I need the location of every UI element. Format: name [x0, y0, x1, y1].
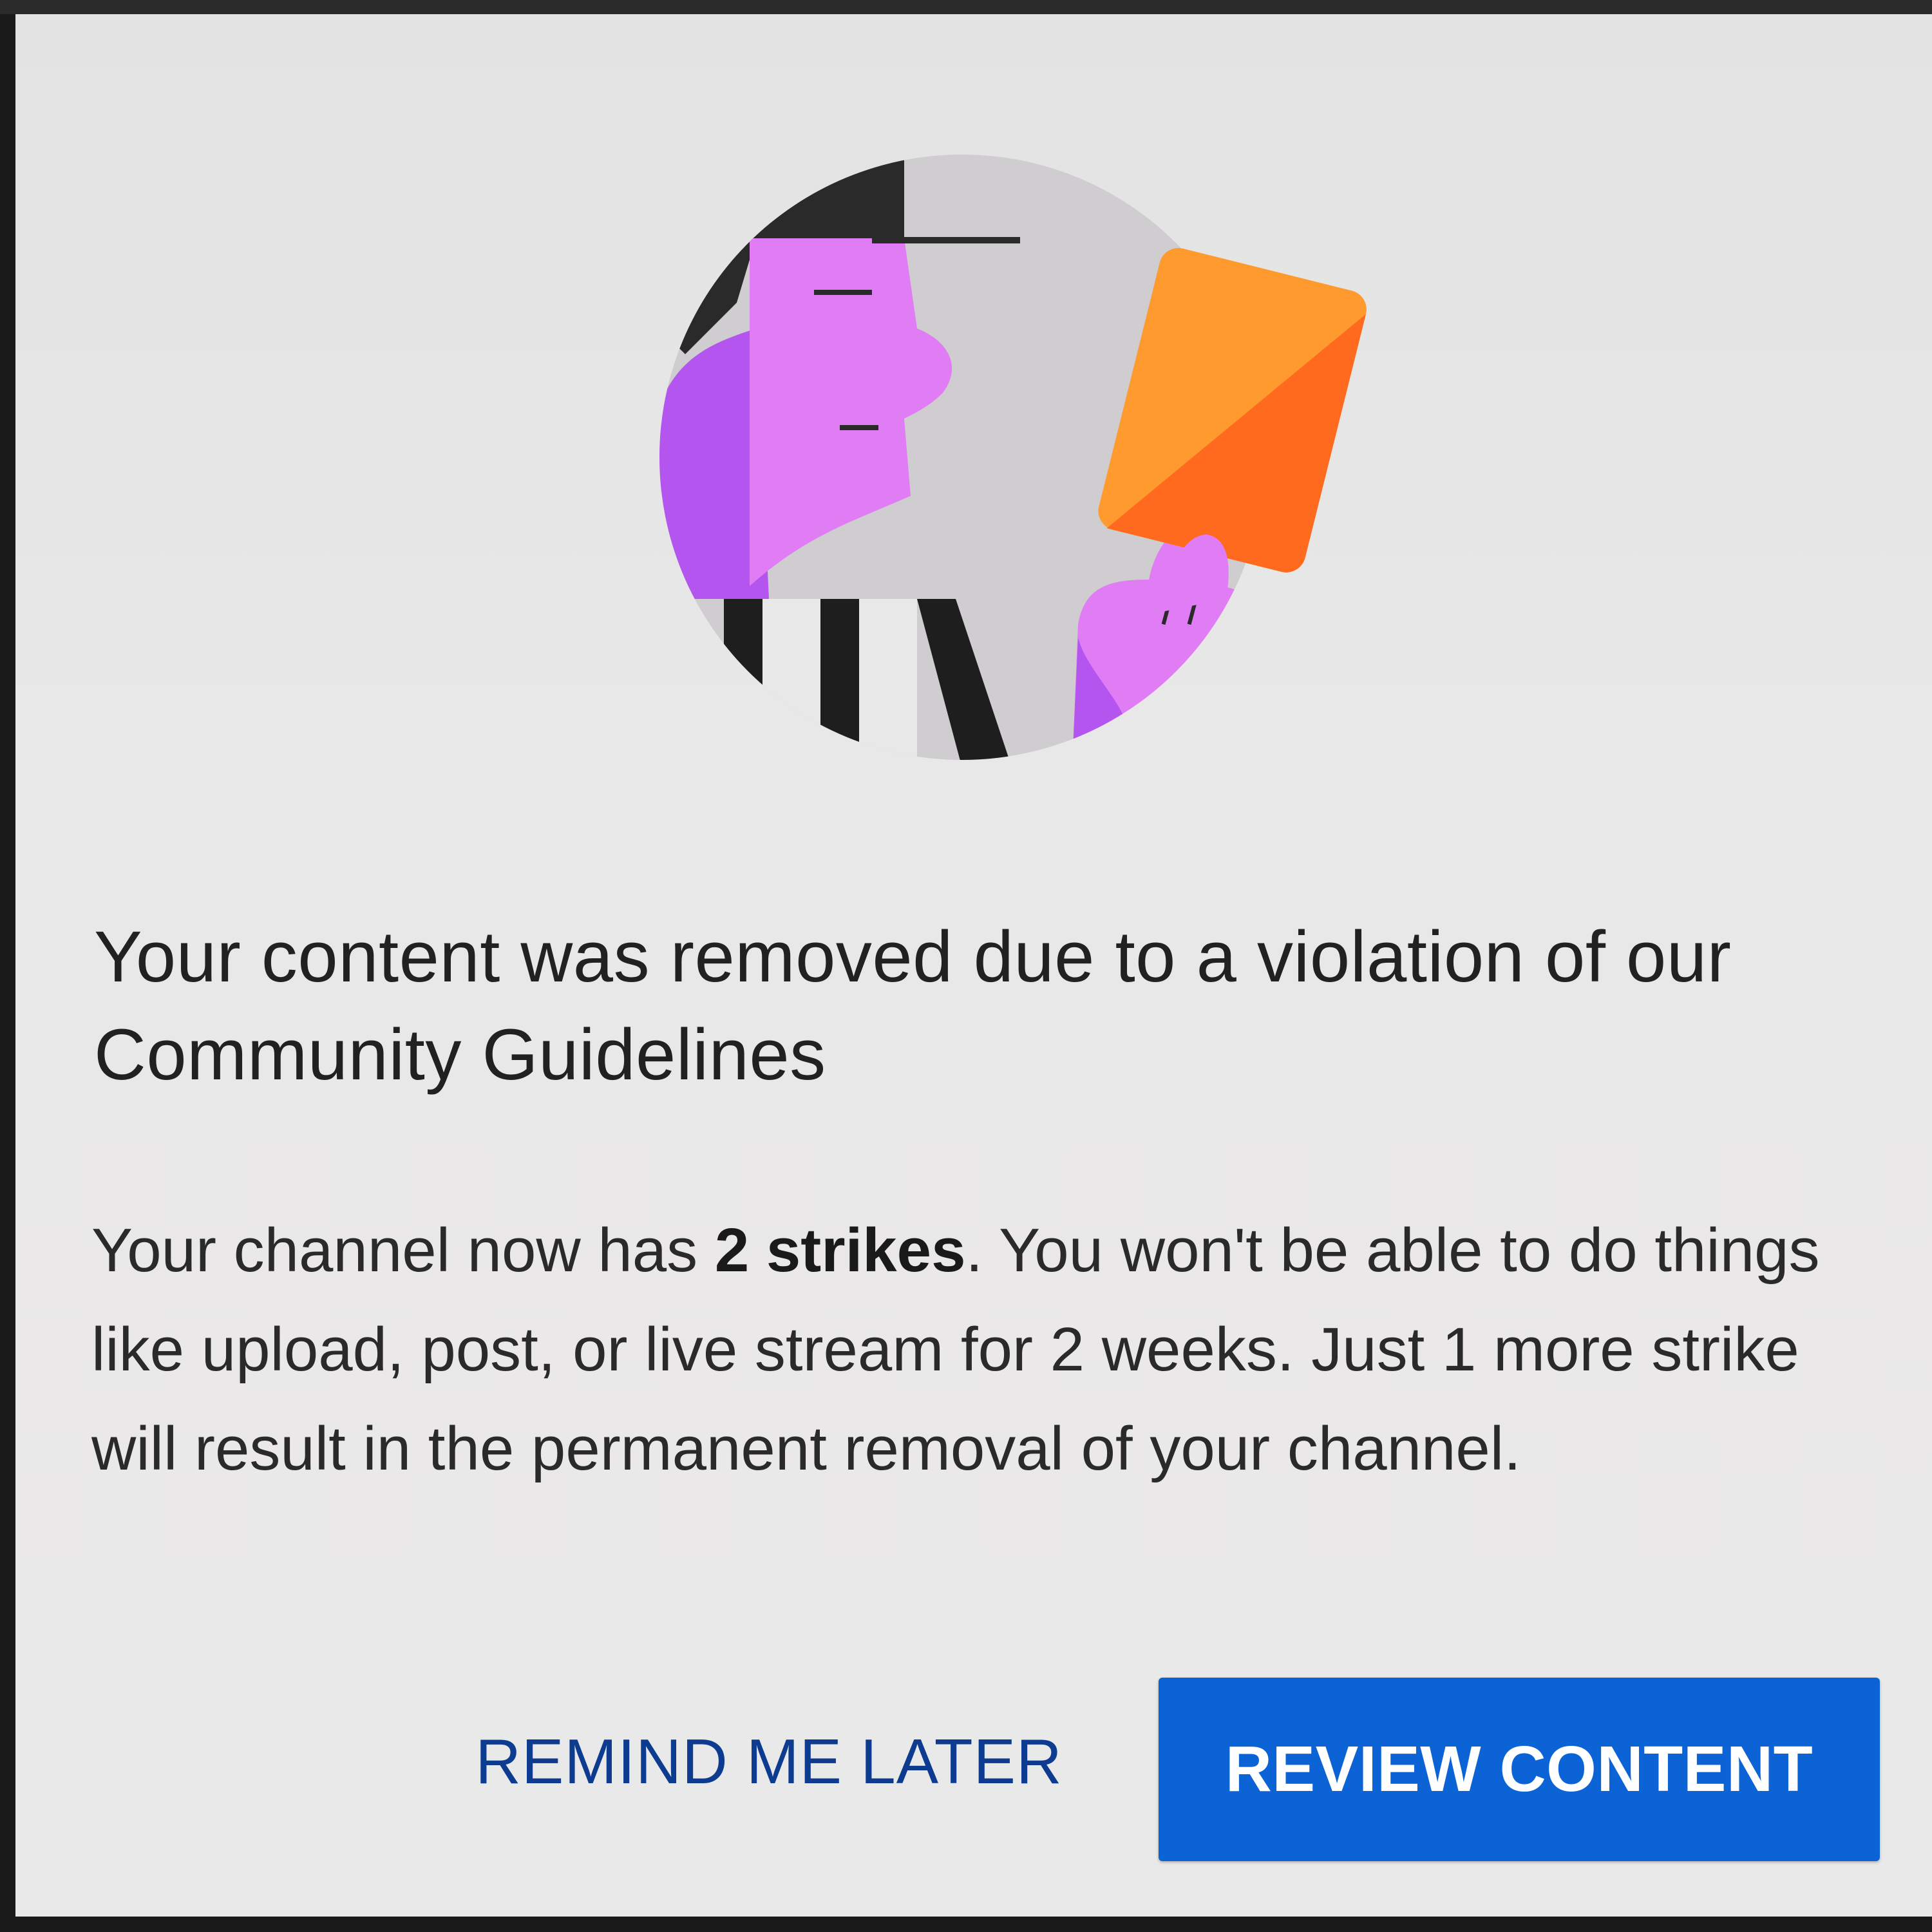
- body-text-prefix: Your channel now has: [91, 1216, 715, 1285]
- dialog-body: Your channel now has 2 strikes. You won'…: [91, 1201, 1856, 1499]
- review-content-button[interactable]: REVIEW CONTENT: [1159, 1678, 1880, 1861]
- screen-bezel-bottom: [0, 1917, 1932, 1932]
- strike-count: 2 strikes: [714, 1216, 966, 1285]
- dialog-title: Your content was removed due to a violat…: [94, 916, 1732, 1095]
- remind-me-later-button[interactable]: REMIND ME LATER: [460, 1713, 1078, 1810]
- screen-bezel-left: [0, 0, 15, 1932]
- strike-warning-dialog: Your content was removed due to a violat…: [15, 0, 1932, 1917]
- screen-bezel-top: [0, 0, 1932, 14]
- referee-yellow-card-illustration: [659, 135, 1445, 792]
